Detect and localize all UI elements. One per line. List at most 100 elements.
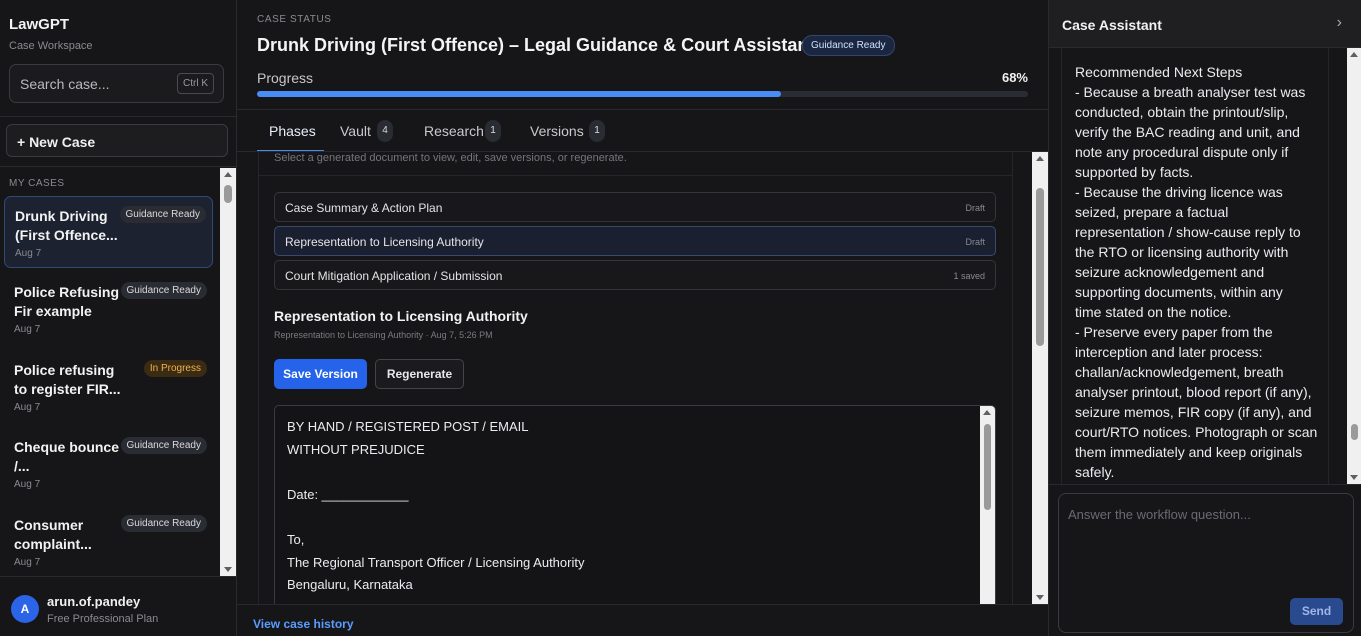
divider xyxy=(259,175,1012,176)
scrollbar-thumb[interactable] xyxy=(224,185,232,203)
scrollbar-thumb[interactable] xyxy=(1351,424,1358,440)
selected-document-title: Representation to Licensing Authority xyxy=(274,308,528,324)
sidebar: LawGPT Case Workspace Search case... Ctr… xyxy=(0,0,237,636)
save-version-button[interactable]: Save Version xyxy=(274,359,367,389)
assistant-header: Case Assistant › xyxy=(1049,0,1361,48)
progress-value: 68% xyxy=(1001,70,1028,85)
scroll-up-icon[interactable] xyxy=(224,172,232,177)
editor-scrollbar[interactable] xyxy=(980,406,995,604)
message-line: - Because a breath analyser test was xyxy=(1075,84,1306,100)
status-badge: Guidance Ready xyxy=(120,515,207,532)
app-subtitle: Case Workspace xyxy=(9,40,93,52)
user-plan: Free Professional Plan xyxy=(47,613,159,625)
view-history-link[interactable]: View case history xyxy=(253,617,354,631)
editor-line: BY HAND / REGISTERED POST / EMAIL xyxy=(287,419,529,434)
main-scrollbar[interactable] xyxy=(1032,152,1048,604)
assistant-message: Recommended Next Steps - Because a breat… xyxy=(1075,62,1317,482)
assistant-input[interactable]: Answer the workflow question... Send xyxy=(1058,493,1354,633)
new-case-button[interactable]: + New Case xyxy=(6,124,228,157)
scroll-up-icon[interactable] xyxy=(983,410,991,415)
scroll-down-icon[interactable] xyxy=(224,567,232,572)
editor-line: Date: ____________ xyxy=(287,486,409,502)
chevron-right-icon[interactable]: › xyxy=(1337,14,1342,32)
documents-panel: Select a generated document to view, edi… xyxy=(258,152,1013,604)
case-date: Aug 7 xyxy=(14,479,41,490)
tab-count: 1 xyxy=(589,120,605,142)
regenerate-button[interactable]: Regenerate xyxy=(375,359,464,389)
search-shortcut: Ctrl K xyxy=(177,73,214,94)
case-item-cheque-bounce[interactable]: Cheque bounce /... Guidance Ready Aug 7 xyxy=(4,428,213,500)
tab-research[interactable]: Research 1 xyxy=(424,110,504,152)
case-item-police-refusing-fir[interactable]: Police Refusing Fir example Guidance Rea… xyxy=(4,273,213,345)
status-badge: Guidance Ready xyxy=(120,282,207,299)
assistant-title: Case Assistant xyxy=(1062,17,1162,33)
divider xyxy=(237,604,1048,605)
section-label: MY CASES xyxy=(9,178,65,189)
app-brand: LawGPT xyxy=(9,16,70,33)
avatar[interactable]: A xyxy=(11,595,39,623)
document-name: Court Mitigation Application / Submissio… xyxy=(285,269,503,283)
case-date: Aug 7 xyxy=(14,557,41,568)
assistant-messages: Recommended Next Steps - Because a breat… xyxy=(1061,48,1329,484)
case-title: Consumer complaint... xyxy=(14,517,92,552)
editor-content: BY HAND / REGISTERED POST / EMAIL WITHOU… xyxy=(287,416,584,597)
message-line: analyser printout, blood report (if any)… xyxy=(1075,384,1312,400)
status-badge: Guidance Ready xyxy=(802,35,895,56)
message-line: challan/acknowledgement, breath xyxy=(1075,364,1284,380)
tab-phases[interactable]: Phases xyxy=(257,110,324,152)
selected-document-meta: Representation to Licensing Authority · … xyxy=(274,330,493,340)
case-item-police-refusing-register[interactable]: Police refusing to register FIR... In Pr… xyxy=(4,351,213,423)
progress-bar xyxy=(257,91,1028,97)
scroll-up-icon[interactable] xyxy=(1036,156,1044,161)
sidebar-scrollbar[interactable] xyxy=(220,168,236,576)
case-status-label: CASE STATUS xyxy=(257,14,332,25)
status-badge: Guidance Ready xyxy=(119,206,206,223)
scrollbar-thumb[interactable] xyxy=(1036,188,1044,346)
case-title: Police Refusing Fir example xyxy=(14,284,120,319)
progress-fill xyxy=(257,91,782,97)
case-item-drunk-driving[interactable]: Drunk Driving (First Offence... Guidance… xyxy=(4,196,213,268)
status-badge: Guidance Ready xyxy=(120,437,207,454)
send-button[interactable]: Send xyxy=(1290,598,1343,625)
message-line: representation / show-cause reply to xyxy=(1075,224,1301,240)
document-row[interactable]: Court Mitigation Application / Submissio… xyxy=(274,260,996,290)
scroll-up-icon[interactable] xyxy=(1350,52,1358,57)
editor-line: The Regional Transport Officer / Licensi… xyxy=(287,554,585,570)
case-assistant-panel: Case Assistant › Recommended Next Steps … xyxy=(1048,0,1361,636)
case-title: Police refusing to register FIR... xyxy=(14,362,121,397)
divider xyxy=(0,166,236,167)
case-title: Drunk Driving (First Offence... xyxy=(15,208,118,243)
documents-hint: Select a generated document to view, edi… xyxy=(274,152,627,164)
tab-label: Phases xyxy=(269,123,316,139)
user-name: arun.of.pandey xyxy=(47,594,141,609)
document-name: Case Summary & Action Plan xyxy=(285,201,443,215)
tab-label: Research xyxy=(424,123,484,139)
message-line: the RTO or licensing authority with xyxy=(1075,244,1289,260)
assistant-scrollbar[interactable] xyxy=(1347,48,1361,484)
divider xyxy=(1049,484,1361,485)
document-row[interactable]: Case Summary & Action Plan Draft xyxy=(274,192,996,222)
editor-line: To, xyxy=(287,531,305,547)
document-status: Draft xyxy=(965,203,985,213)
document-row[interactable]: Representation to Licensing Authority Dr… xyxy=(274,226,996,256)
scroll-down-icon[interactable] xyxy=(1036,595,1044,600)
editor-line: Bengaluru, Karnataka xyxy=(287,577,413,593)
tab-vault[interactable]: Vault 4 xyxy=(340,110,400,152)
message-line: safely. xyxy=(1075,464,1115,480)
input-placeholder: Answer the workflow question... xyxy=(1068,507,1251,522)
message-line: - Because the driving licence was xyxy=(1075,184,1283,200)
case-item-consumer-complaint[interactable]: Consumer complaint... Guidance Ready Aug… xyxy=(4,506,213,578)
divider xyxy=(0,116,236,117)
divider xyxy=(0,576,236,577)
tab-versions[interactable]: Versions 1 xyxy=(530,110,610,152)
document-status: Draft xyxy=(965,237,985,247)
document-editor[interactable]: BY HAND / REGISTERED POST / EMAIL WITHOU… xyxy=(274,405,996,604)
page-title: Drunk Driving (First Offence) – Legal Gu… xyxy=(257,35,829,55)
message-line: them immediately and keep originals xyxy=(1075,444,1303,460)
scrollbar-thumb[interactable] xyxy=(984,424,991,510)
message-line: supporting documents, within any xyxy=(1075,284,1283,300)
search-input[interactable]: Search case... Ctrl K xyxy=(9,64,224,103)
scroll-down-icon[interactable] xyxy=(1350,475,1358,480)
